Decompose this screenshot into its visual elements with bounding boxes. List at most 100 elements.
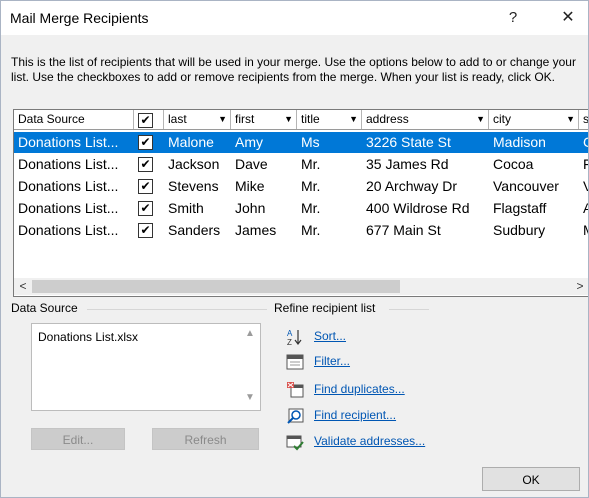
cell-last: Jackson [168,156,220,172]
find-recipient-link[interactable]: Find recipient... [314,408,396,422]
cell-first: James [235,222,277,238]
scrollbar-thumb[interactable] [32,280,400,293]
scroll-right-button[interactable]: > [573,278,587,295]
cell-state: V [579,176,588,197]
cell-address: 3226 State St [366,134,451,150]
cell-city: Madison [493,134,546,150]
cell-address: 35 James Rd [366,156,449,172]
column-header-first[interactable]: first ▼ [231,110,297,129]
ok-button[interactable]: OK [482,467,580,491]
cell-last: Malone [168,134,214,150]
title-bar: Mail Merge Recipients ? ✕ [1,1,588,35]
cell-first: Mike [235,178,265,194]
column-label: address [366,112,409,126]
include-checkbox[interactable]: ✔ [138,201,153,216]
sort-link[interactable]: Sort... [314,329,346,343]
edit-button[interactable]: Edit... [31,428,125,450]
cell-title: Ms [301,134,320,150]
column-label: last [168,112,187,126]
refresh-button[interactable]: Refresh [152,428,259,450]
cell-first: Dave [235,156,268,172]
sort-az-icon: A Z [287,329,302,346]
cell-data-source: Donations List... [18,200,119,216]
column-label: title [301,112,320,126]
include-checkbox[interactable]: ✔ [138,223,153,238]
refine-group-label: Refine recipient list [274,301,376,315]
dropdown-arrow-icon[interactable]: ▼ [218,110,227,128]
column-label: first [235,112,255,126]
table-row[interactable]: Donations List... ✔ Malone Amy Ms 3226 S… [14,132,588,153]
scroll-up-icon: ▲ [245,328,255,339]
cell-state: M [579,220,588,241]
horizontal-scrollbar[interactable]: < > [14,278,588,295]
cell-last: Sanders [168,222,221,238]
cell-state: F [579,154,588,175]
cell-data-source: Donations List... [18,134,119,150]
cell-state: A [579,198,588,219]
cell-title: Mr. [301,200,321,216]
include-checkbox[interactable]: ✔ [138,179,153,194]
help-button[interactable]: ? [501,7,525,29]
data-source-list[interactable]: Donations List.xlsx ▲ ▼ [31,323,261,411]
cell-title: Mr. [301,222,321,238]
validate-addresses-icon [286,435,304,451]
close-button[interactable]: ✕ [556,7,580,29]
column-label: s [583,112,589,126]
dropdown-arrow-icon[interactable]: ▼ [476,110,485,128]
find-duplicates-link[interactable]: Find duplicates... [314,382,405,396]
cell-first: John [235,200,266,216]
filter-link[interactable]: Filter... [314,354,350,368]
column-header-city[interactable]: city ▼ [489,110,579,129]
column-header-address[interactable]: address ▼ [362,110,489,129]
column-header-data-source[interactable]: Data Source [14,110,134,129]
cell-address: 400 Wildrose Rd [366,200,470,216]
cell-city: Vancouver [493,178,559,194]
column-header-last[interactable]: last ▼ [164,110,231,129]
cell-last: Stevens [168,178,219,194]
svg-text:Z: Z [287,338,292,346]
column-header-state[interactable]: s [579,110,589,129]
cell-data-source: Donations List... [18,178,119,194]
column-label: Data Source [18,112,85,126]
cell-data-source: Donations List... [18,222,119,238]
dropdown-arrow-icon[interactable]: ▼ [349,110,358,128]
dropdown-arrow-icon[interactable]: ▼ [566,110,575,128]
cell-state: C [579,132,588,153]
dialog-title: Mail Merge Recipients [10,10,149,26]
data-source-item[interactable]: Donations List.xlsx [38,330,138,344]
validate-addresses-link[interactable]: Validate addresses... [314,434,425,448]
data-source-group-label: Data Source [11,301,78,315]
filter-icon [286,354,304,370]
cell-city: Sudbury [493,222,546,238]
table-row[interactable]: Donations List... ✔ Stevens Mike Mr. 20 … [14,176,588,197]
cell-city: Flagstaff [493,200,547,216]
cell-title: Mr. [301,178,321,194]
cell-address: 677 Main St [366,222,441,238]
find-duplicates-icon [287,382,304,398]
cell-first: Amy [235,134,263,150]
select-all-checkbox[interactable]: ✔ [138,113,153,128]
find-recipient-icon [287,408,304,424]
scroll-down-icon: ▼ [245,392,255,403]
table-row[interactable]: Donations List... ✔ Smith John Mr. 400 W… [14,198,588,219]
cell-title: Mr. [301,156,321,172]
instructions-text: This is the list of recipients that will… [11,55,576,84]
include-checkbox[interactable]: ✔ [138,157,153,172]
include-checkbox[interactable]: ✔ [138,135,153,150]
cell-last: Smith [168,200,204,216]
recipients-grid[interactable]: Data Source ✔ last ▼ first ▼ title ▼ addres… [13,109,589,297]
table-row[interactable]: Donations List... ✔ Sanders James Mr. 67… [14,220,588,241]
table-row[interactable]: Donations List... ✔ Jackson Dave Mr. 35 … [14,154,588,175]
group-divider [389,309,429,310]
grid-header: Data Source ✔ last ▼ first ▼ title ▼ addres… [14,110,589,130]
scroll-left-button[interactable]: < [16,278,30,295]
dropdown-arrow-icon[interactable]: ▼ [284,110,293,128]
cell-data-source: Donations List... [18,156,119,172]
group-divider [87,309,267,310]
cell-address: 20 Archway Dr [366,178,458,194]
column-header-select-all[interactable]: ✔ [134,110,164,129]
svg-text:A: A [287,329,293,338]
cell-city: Cocoa [493,156,534,172]
column-header-title[interactable]: title ▼ [297,110,362,129]
column-label: city [493,112,511,126]
